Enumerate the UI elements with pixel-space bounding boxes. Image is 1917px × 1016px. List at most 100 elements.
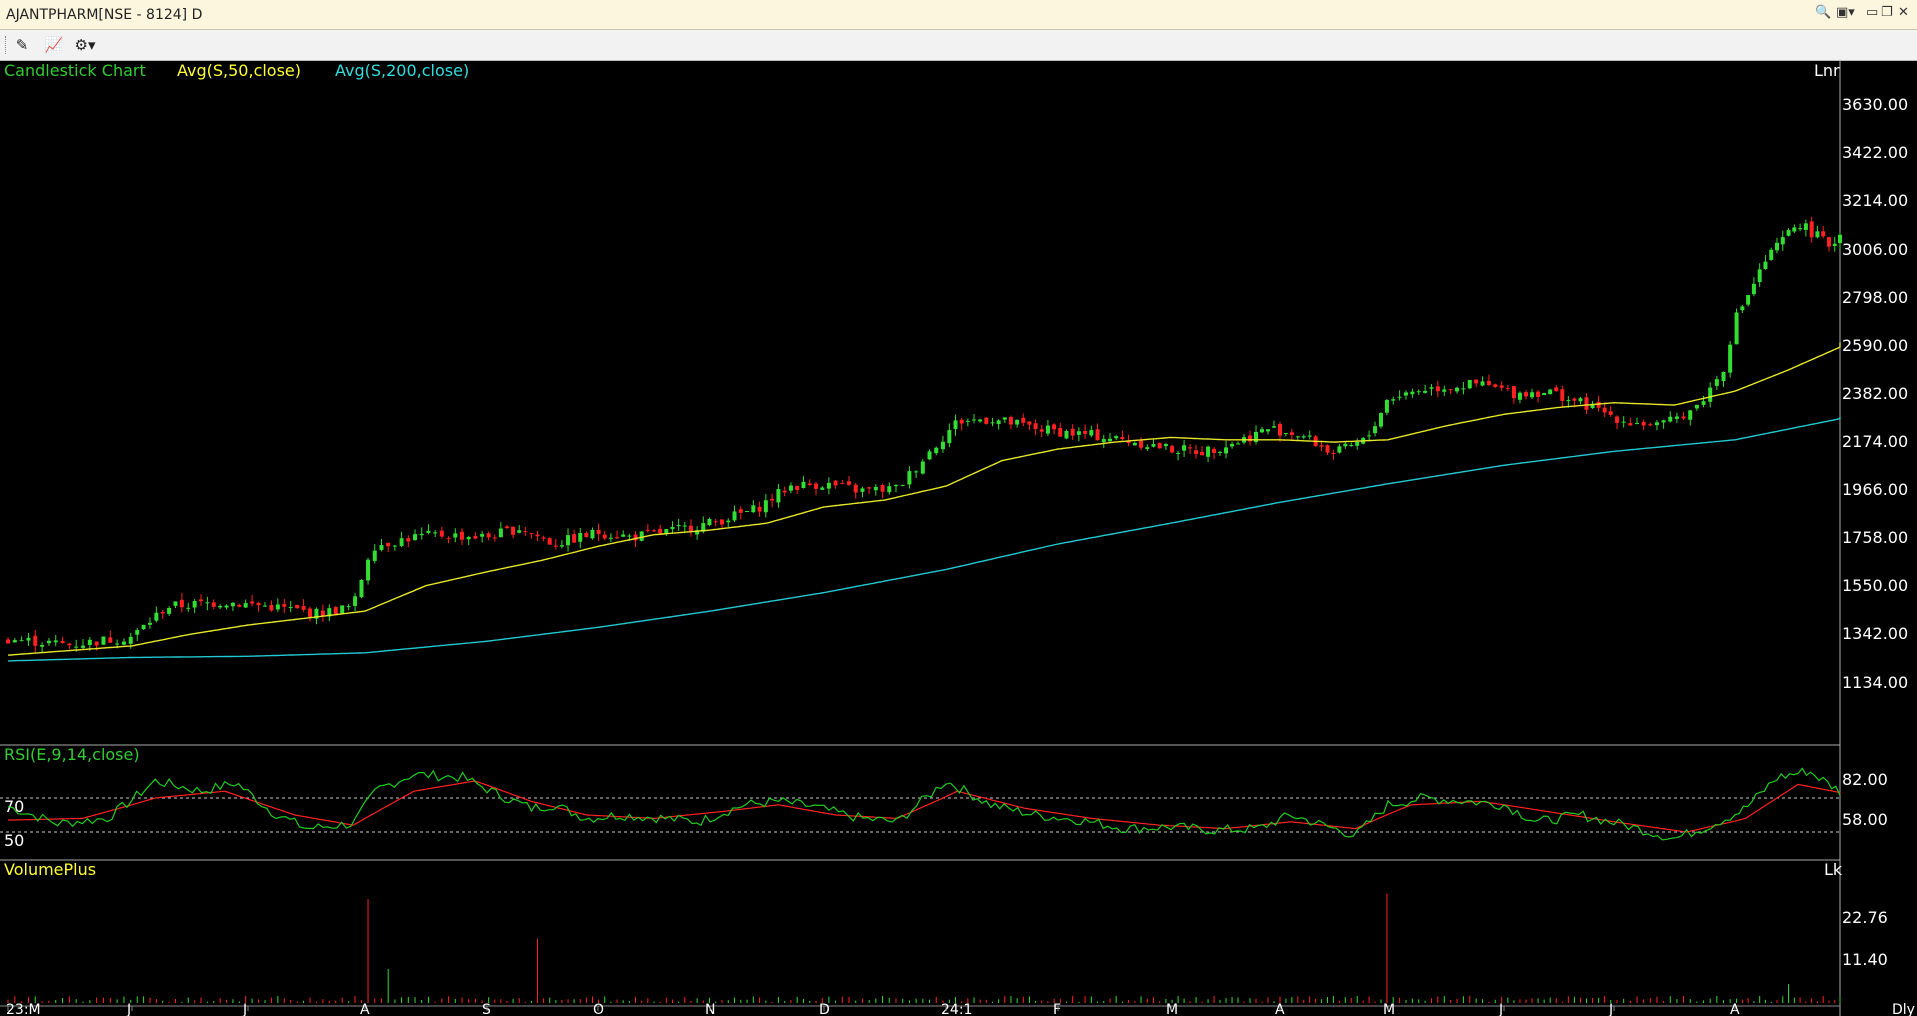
candle-body [621, 534, 626, 537]
candle-body [12, 640, 17, 643]
scale-type-label[interactable]: Lnr [1814, 61, 1840, 80]
candle-body [795, 485, 800, 490]
candle-body [1391, 399, 1396, 401]
candle-body [713, 521, 718, 523]
candle-body [243, 603, 248, 608]
candle-body [511, 526, 516, 535]
candle-body [1307, 435, 1312, 437]
candle-body [372, 550, 377, 561]
candle-body [94, 641, 99, 646]
candle-body [186, 607, 191, 609]
candle-body [1278, 423, 1282, 436]
candle-body [959, 419, 964, 424]
candle-body [1045, 425, 1050, 434]
candle-body [566, 535, 571, 546]
candle-body [1236, 443, 1241, 445]
candle-body [658, 528, 663, 534]
chart-area[interactable]: Candlestick Chart Avg(S,50,close) Avg(S,… [0, 61, 1917, 1016]
candle-body [853, 484, 858, 493]
price-tick: 1134.00 [1842, 673, 1908, 692]
x-axis-tick: 23:M [6, 1002, 41, 1016]
restore-icon[interactable]: ❐ [1881, 5, 1893, 20]
x-axis-tick: J [126, 1002, 131, 1016]
candle-body [1792, 227, 1797, 232]
candle-body [602, 534, 607, 539]
candle-body [1775, 242, 1779, 251]
candle-body [33, 635, 38, 646]
candle-body [1002, 417, 1007, 420]
price-tick: 3214.00 [1842, 191, 1908, 210]
candle-body [1343, 443, 1348, 447]
candle-body [833, 480, 838, 486]
candle-body [1325, 445, 1330, 453]
price-tick: 2590.00 [1842, 336, 1908, 355]
price-tick: 2382.00 [1842, 384, 1908, 403]
candle-body [1634, 423, 1639, 425]
candle-body [53, 640, 58, 643]
candle-body [211, 602, 216, 607]
x-axis-tick: F [1053, 1002, 1061, 1016]
candle-body [1674, 416, 1679, 419]
candle-body [1021, 417, 1026, 423]
candle-body [1505, 388, 1510, 390]
candle-body [880, 484, 885, 492]
x-axis-tick: O [593, 1002, 604, 1016]
candle-body [60, 641, 65, 644]
candle-body [1536, 391, 1541, 397]
candle-body [1101, 439, 1106, 443]
price-axis: 3630.00 3422.00 3214.00 3006.00 2798.00 … [1842, 95, 1908, 692]
candle-body [584, 532, 589, 538]
price-tick: 3006.00 [1842, 240, 1908, 259]
candle-body [1120, 436, 1125, 440]
volume-tick: 22.76 [1842, 908, 1888, 927]
candle-body [498, 528, 503, 538]
candle-body [1188, 447, 1193, 449]
candle-body [920, 461, 925, 474]
candle-body [1182, 445, 1187, 451]
user-icon[interactable]: ▣▾ [1836, 5, 1855, 20]
candle-body [26, 637, 31, 641]
rsi-tick: 82.00 [1842, 770, 1888, 789]
candle-body [523, 531, 528, 533]
candle-body [1548, 389, 1553, 395]
candle-body [288, 607, 293, 609]
candle-body [1566, 400, 1571, 402]
candle-body [492, 537, 497, 539]
volume-axis: 22.76 11.40 [1842, 908, 1888, 969]
candle-body [1798, 228, 1803, 230]
candle-body [340, 605, 345, 614]
candle-body [1511, 386, 1516, 399]
crosshair-icon[interactable]: ✎ [10, 35, 34, 55]
candle-body [19, 640, 24, 642]
period-corner-label[interactable]: Dly [1892, 1002, 1915, 1016]
candle-body [141, 624, 146, 630]
candle-body [1033, 423, 1038, 430]
candle-body [179, 599, 184, 608]
candle-body [1206, 446, 1211, 457]
candle-body [559, 545, 564, 547]
price-tick: 2174.00 [1842, 432, 1908, 451]
candle-body [590, 529, 595, 539]
candle-body [1668, 416, 1673, 422]
candle-body [147, 622, 152, 625]
volume-unit-label: Lk [1824, 860, 1843, 879]
candle-body [1648, 424, 1653, 426]
search-icon[interactable]: 🔍 [1815, 5, 1831, 20]
candle-body [466, 537, 471, 540]
candle-body [1176, 452, 1181, 454]
candle-body [1194, 450, 1199, 455]
candle-body [1230, 443, 1235, 447]
chart-type-icon[interactable]: 📈 [42, 35, 66, 55]
minimize-icon[interactable]: ▭ [1866, 5, 1878, 20]
candle-body [1694, 404, 1699, 409]
candle-body [840, 483, 845, 485]
candle-body [1826, 237, 1831, 247]
candle-body [1499, 385, 1504, 388]
candle-body [1039, 429, 1044, 432]
candle-body [459, 531, 464, 540]
candle-body [346, 606, 351, 608]
close-icon[interactable]: ✕ [1898, 5, 1909, 20]
settings-gear-icon[interactable]: ⚙▾ [68, 35, 102, 55]
candle-body [860, 488, 865, 492]
candle-body [996, 420, 1001, 425]
